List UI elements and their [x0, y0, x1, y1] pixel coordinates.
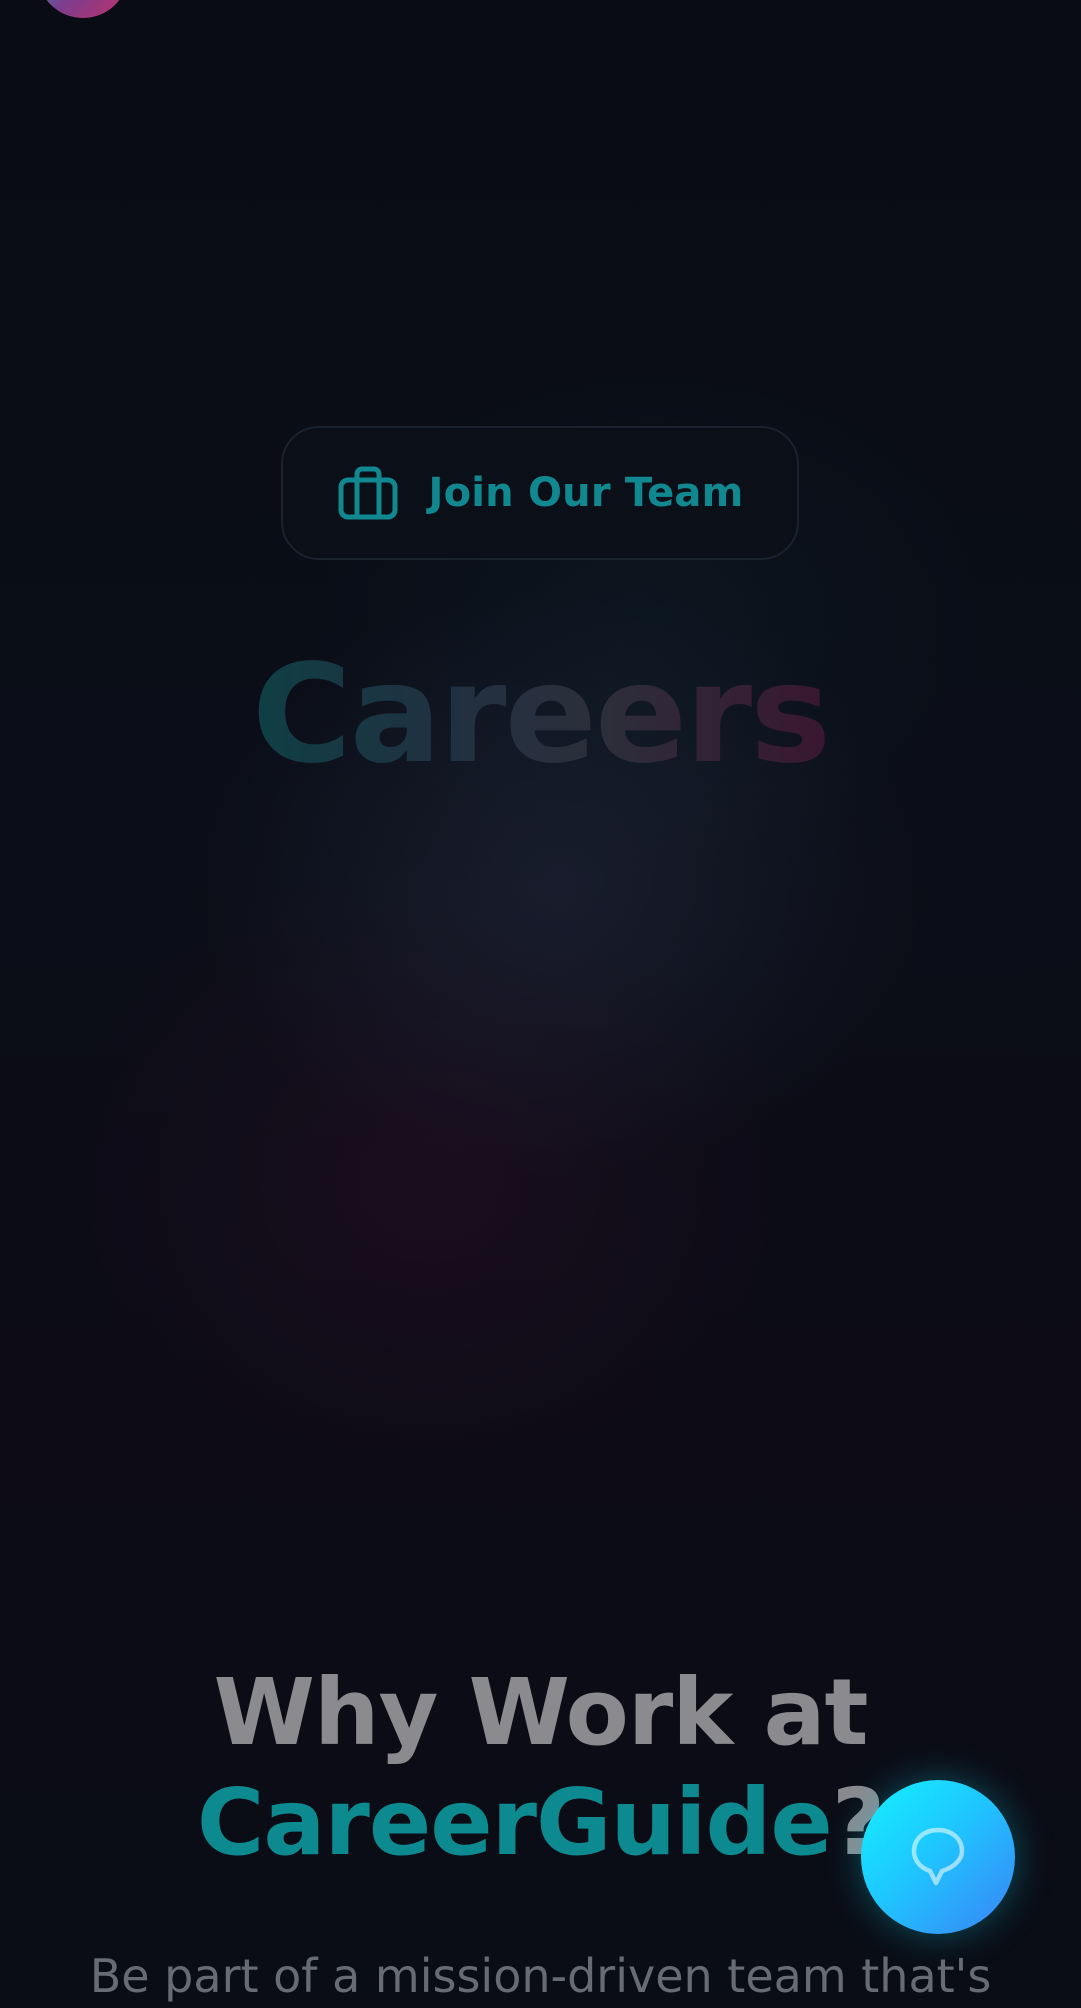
why-work-subtitle: Be part of a mission-driven team that's	[89, 1949, 992, 2003]
page-title: Careers	[0, 640, 1081, 790]
join-our-team-label: Join Our Team	[428, 470, 744, 516]
why-work-heading-brand: CareerGuide	[196, 1769, 833, 1876]
join-our-team-badge[interactable]: Join Our Team	[281, 426, 799, 560]
chat-button[interactable]	[861, 1780, 1015, 1934]
why-work-heading-line1: Why Work at	[213, 1659, 868, 1766]
page-title-text: Careers	[251, 636, 831, 794]
chat-bubble-icon	[911, 1827, 965, 1886]
briefcase-icon	[338, 466, 397, 520]
